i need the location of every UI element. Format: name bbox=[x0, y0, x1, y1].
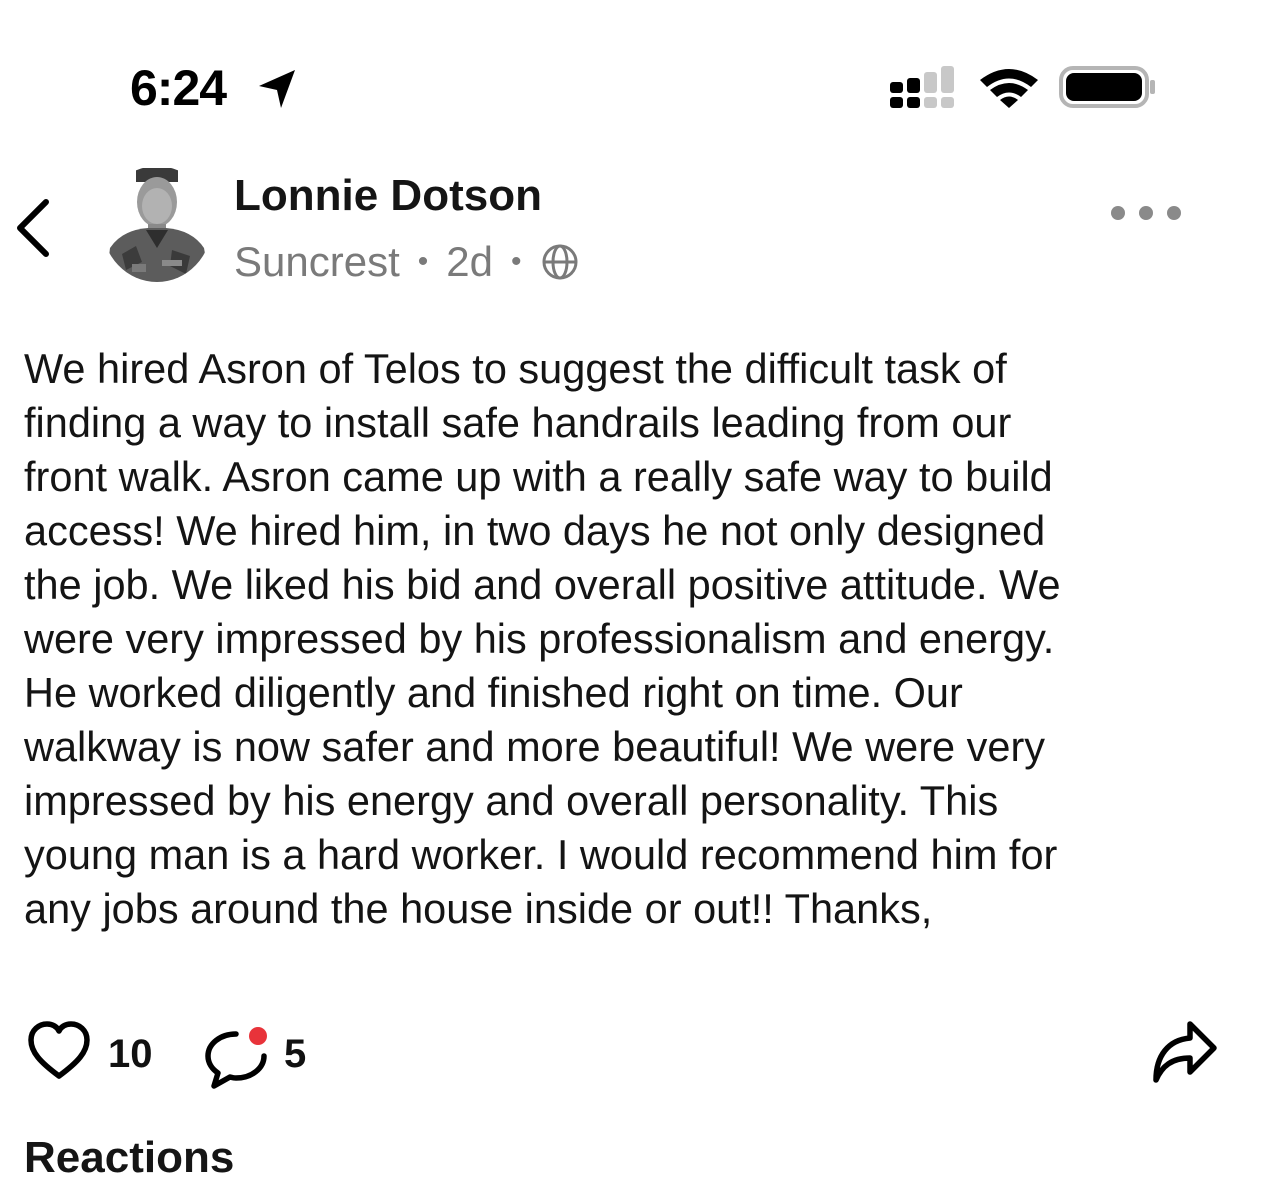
action-bar: 10 5 bbox=[0, 1012, 1265, 1096]
location-arrow-icon bbox=[259, 70, 295, 108]
avatar[interactable] bbox=[102, 166, 212, 282]
post-header: Lonnie Dotson Suncrest • 2d • bbox=[0, 150, 1265, 300]
author-name[interactable]: Lonnie Dotson bbox=[234, 170, 542, 222]
heart-icon[interactable] bbox=[26, 1020, 92, 1084]
more-options-button[interactable] bbox=[1104, 198, 1188, 228]
separator-dot: • bbox=[510, 245, 522, 278]
unread-dot bbox=[249, 1027, 267, 1045]
like-count: 10 bbox=[108, 1032, 153, 1076]
separator-dot: • bbox=[417, 245, 429, 278]
post-age: 2d bbox=[446, 238, 493, 285]
status-time: 6:24 bbox=[130, 60, 227, 116]
battery-icon bbox=[1059, 66, 1155, 108]
cellular-signal-icon bbox=[890, 66, 954, 108]
wifi-icon bbox=[980, 69, 1038, 108]
reactions-heading: Reactions bbox=[24, 1133, 235, 1182]
comment-count: 5 bbox=[284, 1032, 307, 1076]
globe-icon bbox=[542, 244, 577, 280]
post-meta: Suncrest • 2d • bbox=[234, 234, 580, 290]
comment-icon[interactable] bbox=[200, 1018, 274, 1092]
post-body: We hired Asron of Telos to suggest the d… bbox=[24, 345, 1061, 932]
share-icon[interactable] bbox=[1148, 1016, 1220, 1092]
neighborhood-link[interactable]: Suncrest bbox=[234, 236, 400, 288]
status-bar: 6:24 bbox=[0, 0, 1265, 140]
back-button[interactable] bbox=[8, 196, 58, 260]
